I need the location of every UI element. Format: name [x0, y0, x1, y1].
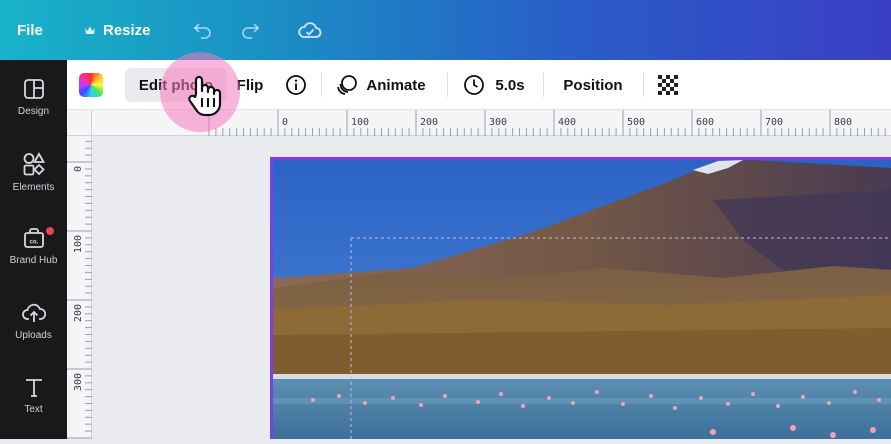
sidebar-item-label: Elements [12, 181, 55, 193]
undo-icon [193, 23, 211, 39]
ruler-vertical-ticks: 0 100 200 300 [67, 140, 92, 439]
redo-button[interactable] [240, 0, 260, 60]
position-label: Position [563, 76, 623, 94]
transparency-icon [658, 75, 678, 95]
ruler-label: 300 [489, 117, 507, 128]
file-label: File [17, 21, 43, 39]
toolbar-divider [643, 73, 644, 97]
clock-icon [464, 75, 485, 95]
ruler-label: 0 [282, 117, 288, 128]
cloud-check-icon [298, 22, 322, 38]
transparency-button[interactable] [651, 68, 685, 102]
layout-icon [23, 78, 44, 99]
flamingo-lake-photo [273, 160, 891, 439]
ruler-corner [67, 110, 92, 136]
undo-button[interactable] [193, 0, 213, 60]
redo-icon [242, 23, 260, 39]
ruler-label: 300 [73, 373, 84, 391]
sidebar-item-label: Text [24, 403, 43, 415]
color-picker-icon[interactable] [79, 73, 103, 97]
ruler-label: 100 [73, 235, 84, 253]
text-icon [25, 378, 42, 397]
ruler-label: 200 [73, 304, 84, 322]
duration-label: 5.0s [495, 76, 525, 94]
animate-icon [337, 75, 358, 95]
ruler-label: 500 [627, 117, 645, 128]
shapes-icon [23, 151, 45, 175]
toolbar-divider [543, 73, 544, 97]
sidebar: Design Elements co. Brand Hub Uploads Te… [0, 60, 67, 439]
sidebar-item-brand-hub[interactable]: co. Brand Hub [0, 209, 67, 283]
toolbar-divider [447, 73, 448, 97]
ruler-label: 200 [420, 117, 438, 128]
ruler-label: 800 [834, 117, 852, 128]
ruler-label: 0 [73, 166, 84, 172]
sidebar-item-uploads[interactable]: Uploads [0, 284, 67, 358]
sidebar-item-design[interactable]: Design [0, 60, 67, 134]
brand-hub-icon: co. [23, 227, 44, 248]
info-icon [286, 75, 306, 95]
save-status-button[interactable] [298, 0, 322, 60]
svg-text:co.: co. [29, 239, 38, 245]
duration-button[interactable]: 5.0s [457, 68, 531, 102]
sidebar-item-label: Uploads [15, 329, 52, 341]
resize-button[interactable]: Resize [84, 0, 151, 60]
sidebar-item-label: Design [17, 105, 50, 117]
sidebar-item-label: Brand Hub [9, 254, 58, 266]
ruler-label: 100 [351, 117, 369, 128]
resize-label: Resize [103, 21, 151, 39]
flip-label: Flip [236, 76, 264, 94]
position-button[interactable]: Position [553, 68, 633, 102]
ruler-vertical[interactable]: 0 100 200 300 [67, 136, 92, 439]
info-button[interactable] [281, 68, 311, 102]
animate-label: Animate [366, 76, 426, 94]
hand-cursor-icon [188, 75, 222, 117]
cloud-upload-icon [21, 303, 46, 322]
ruler-label: 700 [765, 117, 783, 128]
animate-button[interactable]: Animate [331, 68, 431, 102]
toolbar-divider [321, 73, 322, 97]
sidebar-item-elements[interactable]: Elements [0, 135, 67, 209]
ruler-label: 400 [558, 117, 576, 128]
crown-icon [85, 26, 95, 34]
ruler-label: 600 [696, 117, 714, 128]
cursor-highlight [160, 52, 240, 132]
selected-photo[interactable] [270, 157, 891, 439]
file-menu-button[interactable]: File [17, 0, 43, 60]
top-bar: File Resize [0, 0, 891, 60]
notification-dot [46, 227, 54, 235]
sidebar-item-text[interactable]: Text [0, 358, 67, 432]
